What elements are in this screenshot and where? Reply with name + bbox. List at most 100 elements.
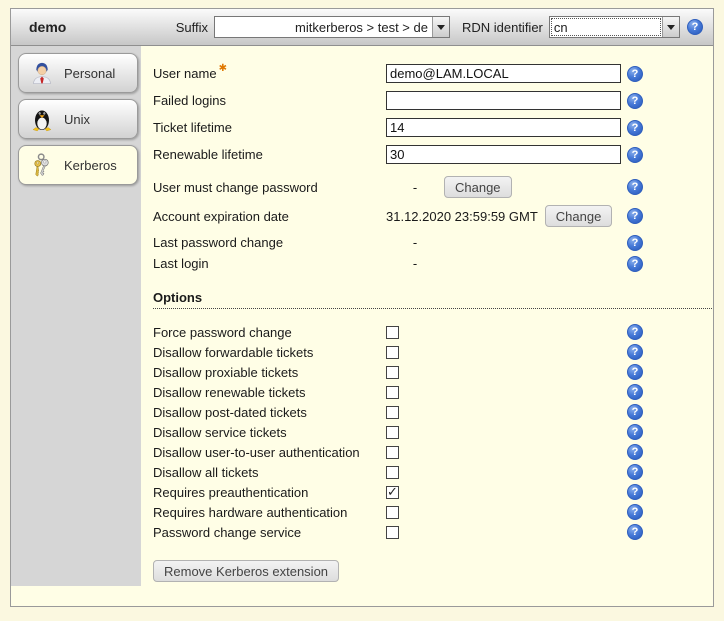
expiration-label: Account expiration date — [153, 209, 386, 224]
chevron-down-icon — [432, 17, 449, 37]
option-row: Requires hardware authentication — [153, 502, 713, 522]
tux-icon — [28, 106, 55, 133]
option-row: Disallow forwardable tickets — [153, 342, 713, 362]
password-change-value: - — [386, 180, 444, 195]
module-sidebar: Personal Unix Kerberos — [11, 46, 141, 586]
password-change-row: User must change password - Change — [153, 174, 713, 200]
option-row: Password change service — [153, 522, 713, 542]
change-password-button[interactable]: Change — [444, 176, 512, 198]
help-icon[interactable] — [627, 256, 643, 272]
option-checkbox[interactable] — [386, 486, 399, 499]
option-checkbox[interactable] — [386, 346, 399, 359]
tab-unix[interactable]: Unix — [18, 99, 138, 139]
options-section-title: Options — [153, 290, 712, 309]
help-icon[interactable] — [627, 208, 643, 224]
last-login-row: Last login - — [153, 253, 713, 274]
suffix-select[interactable]: mitkerberos > test > de — [214, 16, 450, 38]
option-row: Force password change — [153, 322, 713, 342]
help-icon[interactable] — [687, 19, 703, 35]
keys-icon — [28, 152, 55, 179]
chevron-down-icon — [662, 17, 679, 37]
option-label: Disallow all tickets — [153, 465, 386, 480]
password-change-label: User must change password — [153, 180, 386, 195]
help-icon[interactable] — [627, 524, 643, 540]
field-row: Failed logins — [153, 87, 713, 114]
help-icon[interactable] — [627, 179, 643, 195]
suffix-label: Suffix — [176, 20, 208, 35]
option-checkbox[interactable] — [386, 406, 399, 419]
help-icon[interactable] — [627, 504, 643, 520]
field-label: User name✱ — [153, 66, 386, 81]
option-row: Disallow all tickets — [153, 462, 713, 482]
option-row: Disallow renewable tickets — [153, 382, 713, 402]
option-label: Requires preauthentication — [153, 485, 386, 500]
option-label: Password change service — [153, 525, 386, 540]
field-input[interactable] — [386, 118, 621, 137]
option-label: Disallow user-to-user authentication — [153, 445, 386, 460]
help-icon[interactable] — [627, 404, 643, 420]
help-icon[interactable] — [627, 344, 643, 360]
field-label: Failed logins — [153, 93, 386, 108]
change-expiration-button[interactable]: Change — [545, 205, 613, 227]
help-icon[interactable] — [627, 324, 643, 340]
tab-personal[interactable]: Personal — [18, 53, 138, 93]
field-input[interactable] — [386, 145, 621, 164]
titlebar: demo Suffix mitkerberos > test > de RDN … — [11, 9, 713, 46]
expiration-row: Account expiration date 31.12.2020 23:59… — [153, 200, 713, 232]
help-icon[interactable] — [627, 464, 643, 480]
option-label: Disallow forwardable tickets — [153, 345, 386, 360]
help-icon[interactable] — [627, 384, 643, 400]
option-checkbox[interactable] — [386, 386, 399, 399]
option-label: Disallow service tickets — [153, 425, 386, 440]
rdn-label: RDN identifier — [462, 20, 543, 35]
help-icon[interactable] — [627, 484, 643, 500]
last-password-change-row: Last password change - — [153, 232, 713, 253]
field-label-text: Ticket lifetime — [153, 120, 232, 135]
kerberos-form: User name✱ Failed logins Ticket lifetime Re… — [141, 46, 713, 607]
remove-kerberos-extension-button[interactable]: Remove Kerberos extension — [153, 560, 339, 582]
help-icon[interactable] — [627, 364, 643, 380]
tab-label: Kerberos — [64, 158, 117, 173]
option-checkbox[interactable] — [386, 526, 399, 539]
window-body: Personal Unix Kerberos User name✱ Failed lo… — [11, 46, 713, 607]
help-icon[interactable] — [627, 120, 643, 136]
expiration-value: 31.12.2020 23:59:59 GMT — [386, 209, 538, 224]
field-label-text: User name — [153, 66, 217, 81]
option-row: Disallow user-to-user authentication — [153, 442, 713, 462]
field-row: Renewable lifetime — [153, 141, 713, 168]
account-edit-window: demo Suffix mitkerberos > test > de RDN … — [10, 8, 714, 607]
help-icon[interactable] — [627, 444, 643, 460]
option-checkbox[interactable] — [386, 466, 399, 479]
option-checkbox[interactable] — [386, 326, 399, 339]
help-icon[interactable] — [627, 66, 643, 82]
option-checkbox[interactable] — [386, 426, 399, 439]
tab-kerberos[interactable]: Kerberos — [18, 145, 138, 185]
field-row: Ticket lifetime — [153, 114, 713, 141]
option-label: Disallow post-dated tickets — [153, 405, 386, 420]
field-label: Ticket lifetime — [153, 120, 386, 135]
last-password-change-value: - — [386, 235, 444, 250]
help-icon[interactable] — [627, 93, 643, 109]
last-login-value: - — [386, 256, 444, 271]
option-checkbox[interactable] — [386, 366, 399, 379]
last-password-change-label: Last password change — [153, 235, 386, 250]
option-row: Disallow post-dated tickets — [153, 402, 713, 422]
option-row: Disallow service tickets — [153, 422, 713, 442]
rdn-select[interactable]: cn — [549, 16, 680, 38]
help-icon[interactable] — [627, 235, 643, 251]
option-label: Requires hardware authentication — [153, 505, 386, 520]
option-checkbox[interactable] — [386, 506, 399, 519]
help-icon[interactable] — [627, 147, 643, 163]
field-label-text: Renewable lifetime — [153, 147, 263, 162]
required-star-icon: ✱ — [219, 63, 227, 74]
field-input[interactable] — [386, 64, 621, 83]
suffix-selected-value: mitkerberos > test > de — [215, 17, 432, 37]
field-label-text: Failed logins — [153, 93, 226, 108]
field-row: User name✱ — [153, 60, 713, 87]
help-icon[interactable] — [627, 424, 643, 440]
account-name: demo — [29, 19, 72, 35]
option-checkbox[interactable] — [386, 446, 399, 459]
option-label: Force password change — [153, 325, 386, 340]
field-input[interactable] — [386, 91, 621, 110]
field-label: Renewable lifetime — [153, 147, 386, 162]
